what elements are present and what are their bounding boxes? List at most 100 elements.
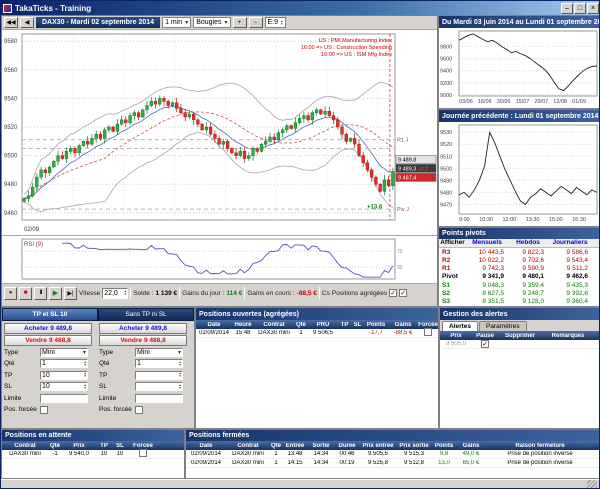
spinner-arrows-icon[interactable]: ▴ ▾ <box>179 372 181 379</box>
limit-input[interactable] <box>135 393 183 403</box>
resize-grip[interactable] <box>587 480 597 488</box>
column-header: Date <box>199 442 213 449</box>
ema-spinner[interactable]: E:9 ▴ ▾ <box>264 17 286 28</box>
price-chart-svg[interactable]: 9460 9480 9500 9520 9540 9560 9580 R1 J Piv J US … <box>2 30 437 234</box>
x-tick-label: 15/07 <box>515 99 530 105</box>
spinner-arrows-icon[interactable]: ▴ ▾ <box>84 383 86 390</box>
pivot-col-header[interactable]: Journaliers <box>548 239 592 246</box>
stop-button[interactable]: ■ <box>19 286 32 300</box>
qty-input[interactable]: 1 ▴ ▾ <box>135 359 183 369</box>
pivot-col-header[interactable]: Hebdos <box>508 239 548 246</box>
table-row[interactable]: 9 505,0 ✓ <box>440 340 599 349</box>
pivot-row: R2 10 022,2 9 702,6 9 543,4 <box>439 256 599 265</box>
pivot-points-panel: Points pivots Afficher Mensuels Hebdos Jour… <box>438 227 599 307</box>
pivot-points-title: Points pivots <box>439 228 599 239</box>
svg-text:9510: 9510 <box>440 154 452 160</box>
minimize-button[interactable]: – <box>561 2 573 14</box>
rsi-svg[interactable]: 70 30 RSI (9) <box>2 236 437 282</box>
spinner-arrows-icon[interactable]: ▴ ▾ <box>84 360 86 367</box>
cell: 13,0 <box>438 460 450 466</box>
pivot-value: 8 627,5 <box>482 290 504 298</box>
column-header: Contrat <box>263 321 285 328</box>
tp-input[interactable]: 10 ▴ ▾ <box>40 370 88 380</box>
aggregated-positions-checkbox[interactable]: ✓ <box>389 289 398 297</box>
spinner-arrows-icon[interactable]: ▴ ▾ <box>281 19 283 26</box>
buy-label: Acheter <box>24 325 49 332</box>
sell-button[interactable]: Vendre 9 488,8 <box>4 335 92 346</box>
nav-first-button[interactable]: ◀◀ <box>4 17 18 28</box>
checkbox[interactable]: ✓ <box>481 340 489 348</box>
close-button[interactable]: × <box>587 2 599 14</box>
sell-label: Vendre <box>120 337 142 344</box>
tab-tp-sl[interactable]: TP et SL 10 <box>2 308 98 321</box>
sell-button[interactable]: Vendre 9 488,8 <box>99 335 187 346</box>
pivot-value: 9 543,4 <box>566 256 588 264</box>
spinner-arrows-icon[interactable]: ▴ ▾ <box>84 372 86 379</box>
nav-prev-button[interactable]: ◀ <box>20 17 34 28</box>
spinner-arrows-icon[interactable]: ▴ ▾ <box>179 360 181 367</box>
column-header: Prix <box>73 442 85 449</box>
tab-parametres[interactable]: Paramètres <box>479 321 527 331</box>
qty-input[interactable]: 1 ▴ ▾ <box>40 359 88 369</box>
type-select[interactable]: Mini ▾ <box>40 347 88 357</box>
zoom-in-button[interactable]: + <box>232 17 247 28</box>
price-chart[interactable]: 9460 9480 9500 9520 9540 9560 9580 R1 J Piv J US … <box>2 30 437 236</box>
speed-input[interactable]: 22,0 ▴ ▾ <box>102 287 129 299</box>
record-button[interactable]: ● <box>4 286 17 300</box>
table-row[interactable]: 02/09/2014 15:48 DAX30 mini 1 9 506,5 -17,7 -8… <box>196 328 438 338</box>
pivot-value: 9 586,6 <box>566 248 588 256</box>
maximize-button[interactable]: □ <box>574 2 586 14</box>
buy-button[interactable]: Acheter 9 489,8 <box>99 323 187 334</box>
limit-input[interactable] <box>40 393 88 403</box>
tab-no-tp-sl[interactable]: Sans TP ni SL <box>98 308 194 321</box>
pause-button[interactable]: II <box>34 286 47 300</box>
spinner-arrows-icon[interactable]: ▴ ▾ <box>124 289 126 296</box>
field-label: Pos. forcée <box>4 406 37 414</box>
checkbox[interactable] <box>139 449 147 457</box>
svg-text:+13,6: +13,6 <box>367 205 383 211</box>
pivot-row-label[interactable]: R3 <box>439 249 466 256</box>
style-select[interactable]: Bougies ▾ <box>193 17 231 28</box>
table-row[interactable]: 02/09/2014 DAX30 mini 1 13:48 14:34 00:46 9 50… <box>186 450 599 459</box>
play-button[interactable]: ▶ <box>49 286 62 300</box>
sl-input[interactable]: ▴ ▾ <box>135 382 183 392</box>
pivot-row-label[interactable]: R1 <box>439 265 466 272</box>
pivot-row-label[interactable]: R2 <box>439 257 466 264</box>
spinner-arrows-icon[interactable]: ▴ ▾ <box>179 383 181 390</box>
checkbox[interactable] <box>424 328 432 336</box>
x-tick-label: 13:30 <box>525 217 540 223</box>
pivot-col-header[interactable]: Mensuels <box>466 239 508 246</box>
field-label: TP <box>99 371 108 379</box>
pivot-row-label[interactable]: S1 <box>439 282 466 289</box>
extra-checkbox[interactable]: ✓ <box>399 289 408 297</box>
interval-select[interactable]: 1 min ▾ <box>162 17 192 28</box>
cell: 9 506,5 <box>312 330 334 336</box>
rsi-pane[interactable]: 70 30 RSI (9) <box>2 236 437 284</box>
pivot-row-label[interactable]: S2 <box>439 290 466 297</box>
overview-panel: Du Mardi 03 juin 2014 au Lundi 01 septem… <box>438 15 600 109</box>
pivot-row: S3 8 351,5 9 128,0 9 360,4 <box>439 297 599 306</box>
tp-input[interactable]: ▴ ▾ <box>135 370 183 380</box>
interval-value: 1 min <box>165 19 183 26</box>
previous-day-chart-svg[interactable]: 9530 9520 9510 9500 9490 9480 9470 <box>439 122 600 217</box>
table-row[interactable]: DAX30 mini -1 9 540,0 10 10 <box>2 449 184 459</box>
tab-alertes[interactable]: Alertes <box>442 321 479 331</box>
field-row: Type Mini ▾ <box>4 347 95 358</box>
x-tick-label: 03/06 <box>459 99 473 105</box>
step-button[interactable]: ▶| <box>64 286 77 300</box>
cell: 14:34 <box>313 460 329 466</box>
pivot-row-label[interactable]: Pivot <box>439 273 466 280</box>
zoom-out-button[interactable]: − <box>248 17 263 28</box>
svg-text:9520: 9520 <box>440 142 452 148</box>
table-row[interactable]: 02/09/2014 DAX30 mini 1 14:15 14:34 00:19 9 52… <box>186 459 599 468</box>
pivot-row-label[interactable]: S3 <box>439 298 466 305</box>
sl-input[interactable]: 10 ▴ ▾ <box>40 382 88 392</box>
forced-checkbox[interactable] <box>135 405 143 414</box>
cell: 9 505,5 <box>367 451 389 457</box>
column-header: Gains <box>462 442 480 449</box>
buy-button[interactable]: Acheter 9 489,8 <box>4 323 92 334</box>
overview-chart-svg[interactable]: 9800 9600 9400 9200 9000 <box>439 28 600 99</box>
forced-checkbox[interactable] <box>40 405 48 414</box>
type-select[interactable]: Mini ▾ <box>135 347 183 357</box>
cell: 14:15 <box>287 460 303 466</box>
